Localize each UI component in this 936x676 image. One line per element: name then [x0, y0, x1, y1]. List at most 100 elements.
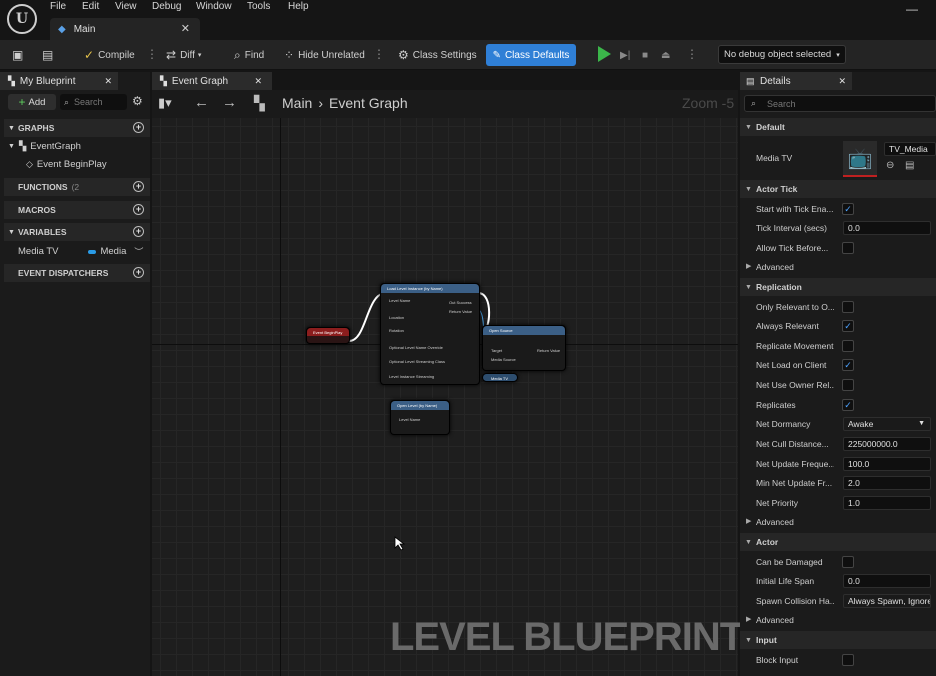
allow-tick-before-checkbox[interactable]	[842, 242, 854, 254]
section-variables[interactable]: ▼ VARIABLES +	[4, 223, 150, 241]
node-event-beginplay[interactable]: Event BeginPlay	[306, 327, 350, 344]
net-cull-distance-field[interactable]: 225000000.0	[843, 437, 931, 451]
save-icon[interactable]: ▣	[12, 45, 27, 65]
category-actor[interactable]: ▼ Actor	[740, 533, 936, 551]
bookmark-icon[interactable]: ▮▾	[158, 95, 172, 111]
menu-debug[interactable]: Debug	[152, 0, 181, 14]
menu-help[interactable]: Help	[288, 0, 309, 14]
net-load-on-client-checkbox[interactable]: ✓	[842, 359, 854, 371]
play-icon[interactable]	[598, 46, 611, 62]
tab-my-blueprint[interactable]: ▚ My Blueprint ✕	[0, 72, 118, 90]
can-be-damaged-checkbox[interactable]	[842, 556, 854, 568]
node-media-tv-getter[interactable]: Media TV	[482, 373, 518, 382]
tab-event-graph[interactable]: ▚ Event Graph ✕	[152, 72, 272, 90]
net-update-frequency-field[interactable]: 100.0	[843, 457, 931, 471]
compile-button[interactable]: ✓ Compile	[84, 45, 135, 65]
eject-icon[interactable]: ⏏	[661, 45, 670, 65]
actor-tick-advanced[interactable]: ▶ Advanced	[740, 258, 936, 276]
add-macro-icon[interactable]: +	[133, 204, 144, 215]
hide-unrelated-button[interactable]: ⁘ Hide Unrelated	[284, 45, 365, 65]
gear-icon[interactable]: ⚙	[132, 94, 143, 108]
add-variable-icon[interactable]: +	[133, 226, 144, 237]
section-macros[interactable]: MACROS +	[4, 201, 150, 219]
min-net-update-field[interactable]: 2.0	[843, 476, 931, 490]
more-options-icon[interactable]: ⋮	[686, 48, 698, 62]
node-load-level-instance[interactable]: Load Level Instance (by Name) Level Name…	[380, 283, 480, 385]
initial-life-span-field[interactable]: 0.0	[843, 574, 931, 588]
section-functions[interactable]: FUNCTIONS (2 +	[4, 178, 150, 196]
pin-streaming-class[interactable]: Optional Level Streaming Class	[389, 359, 445, 364]
document-tab-main[interactable]: ◆ Main ✕	[50, 18, 200, 40]
step-icon[interactable]: ▶|	[620, 45, 630, 65]
menu-file[interactable]: File	[50, 0, 66, 14]
tree-item-event-beginplay[interactable]: ◇ Event BeginPlay	[26, 156, 107, 173]
add-dispatcher-icon[interactable]: +	[133, 267, 144, 278]
forward-arrow-icon[interactable]: →	[222, 94, 237, 111]
start-with-tick-checkbox[interactable]: ✓	[842, 203, 854, 215]
menu-view[interactable]: View	[115, 0, 137, 14]
close-icon[interactable]: ✕	[838, 76, 846, 87]
menu-window[interactable]: Window	[196, 0, 232, 14]
more-options-icon[interactable]: ⋮	[146, 48, 158, 62]
node-open-source[interactable]: Open Source Target Media Source Return V…	[482, 325, 566, 371]
net-dormancy-select[interactable]: Awake ▼	[843, 417, 931, 431]
close-icon[interactable]: ✕	[254, 76, 262, 87]
class-defaults-button[interactable]: ✎ Class Defaults	[486, 44, 576, 66]
replicate-movement-checkbox[interactable]	[842, 340, 854, 352]
browse-asset-icon[interactable]: ▤	[905, 160, 914, 171]
pin-level-instance[interactable]: Level Instance Streaming	[389, 374, 434, 379]
diff-button[interactable]: ⇄ Diff ▾	[166, 45, 201, 65]
section-event-dispatchers[interactable]: EVENT DISPATCHERS +	[4, 264, 150, 282]
node-open-level[interactable]: Open Level (by Name) Level Name	[390, 400, 450, 435]
more-options-icon[interactable]: ⋮	[373, 48, 385, 62]
pin-return-value[interactable]: Return Value	[449, 309, 472, 314]
block-input-checkbox[interactable]	[842, 654, 854, 666]
details-search-input[interactable]: ⌕ Search	[744, 95, 936, 112]
always-relevant-checkbox[interactable]: ✓	[842, 320, 854, 332]
add-function-icon[interactable]: +	[133, 181, 144, 192]
replicates-checkbox[interactable]: ✓	[842, 399, 854, 411]
only-relevant-checkbox[interactable]	[842, 301, 854, 313]
pin-level-name[interactable]: Level Name	[389, 298, 410, 303]
category-default[interactable]: ▼ Default	[740, 118, 936, 136]
tree-item-eventgraph[interactable]: ▼ ▚ EventGraph	[8, 138, 81, 155]
minimize-icon[interactable]: —	[906, 2, 918, 16]
pin-level-name-override[interactable]: Optional Level Name Override	[389, 345, 443, 350]
close-icon[interactable]: ✕	[181, 22, 190, 35]
stop-icon[interactable]: ■	[642, 45, 648, 65]
breadcrumb-root[interactable]: Main	[282, 95, 312, 111]
blueprint-search-input[interactable]: ⌕ Search	[60, 94, 127, 110]
add-button[interactable]: + Add	[8, 94, 56, 110]
category-input[interactable]: ▼ Input	[740, 631, 936, 649]
pin-open-return[interactable]: Return Value	[537, 348, 560, 353]
chevron-down-icon[interactable]: ︶	[134, 245, 143, 258]
tick-interval-field[interactable]: 0.0	[843, 221, 931, 235]
pin-media-source[interactable]: Media Source	[491, 357, 516, 362]
actor-advanced[interactable]: ▶ Advanced	[740, 611, 936, 629]
pin-open-level-name[interactable]: Level Name	[399, 417, 420, 422]
unreal-logo-icon[interactable]: U	[7, 4, 37, 34]
variable-media-tv[interactable]: Media TV Media ︶	[18, 243, 148, 260]
use-selected-icon[interactable]: ⊖	[886, 160, 894, 171]
close-icon[interactable]: ✕	[104, 76, 112, 87]
menu-tools[interactable]: Tools	[247, 0, 270, 14]
add-graph-icon[interactable]: +	[133, 122, 144, 133]
find-button[interactable]: ⌕ Find	[234, 45, 264, 65]
spawn-collision-select[interactable]: Always Spawn, Ignore C	[843, 594, 931, 608]
class-settings-button[interactable]: ⚙ Class Settings	[398, 45, 477, 65]
menu-edit[interactable]: Edit	[82, 0, 99, 14]
pin-target[interactable]: Target	[491, 348, 502, 353]
category-replication[interactable]: ▼ Replication	[740, 278, 936, 296]
debug-object-select[interactable]: No debug object selected ▾	[718, 45, 846, 64]
pin-out-success[interactable]: Out Success	[449, 300, 472, 305]
browse-icon[interactable]: ▤	[42, 45, 57, 65]
pin-rotation[interactable]: Rotation	[389, 328, 404, 333]
net-priority-field[interactable]: 1.0	[843, 496, 931, 510]
net-use-owner-checkbox[interactable]	[842, 379, 854, 391]
back-arrow-icon[interactable]: ←	[194, 94, 209, 111]
tv-thumbnail-icon[interactable]: 📺	[843, 141, 877, 177]
media-tv-asset-field[interactable]: TV_Media	[884, 142, 936, 156]
category-actor-tick[interactable]: ▼ Actor Tick	[740, 180, 936, 198]
replication-advanced[interactable]: ▶ Advanced	[740, 513, 936, 531]
pin-location[interactable]: Location	[389, 315, 404, 320]
